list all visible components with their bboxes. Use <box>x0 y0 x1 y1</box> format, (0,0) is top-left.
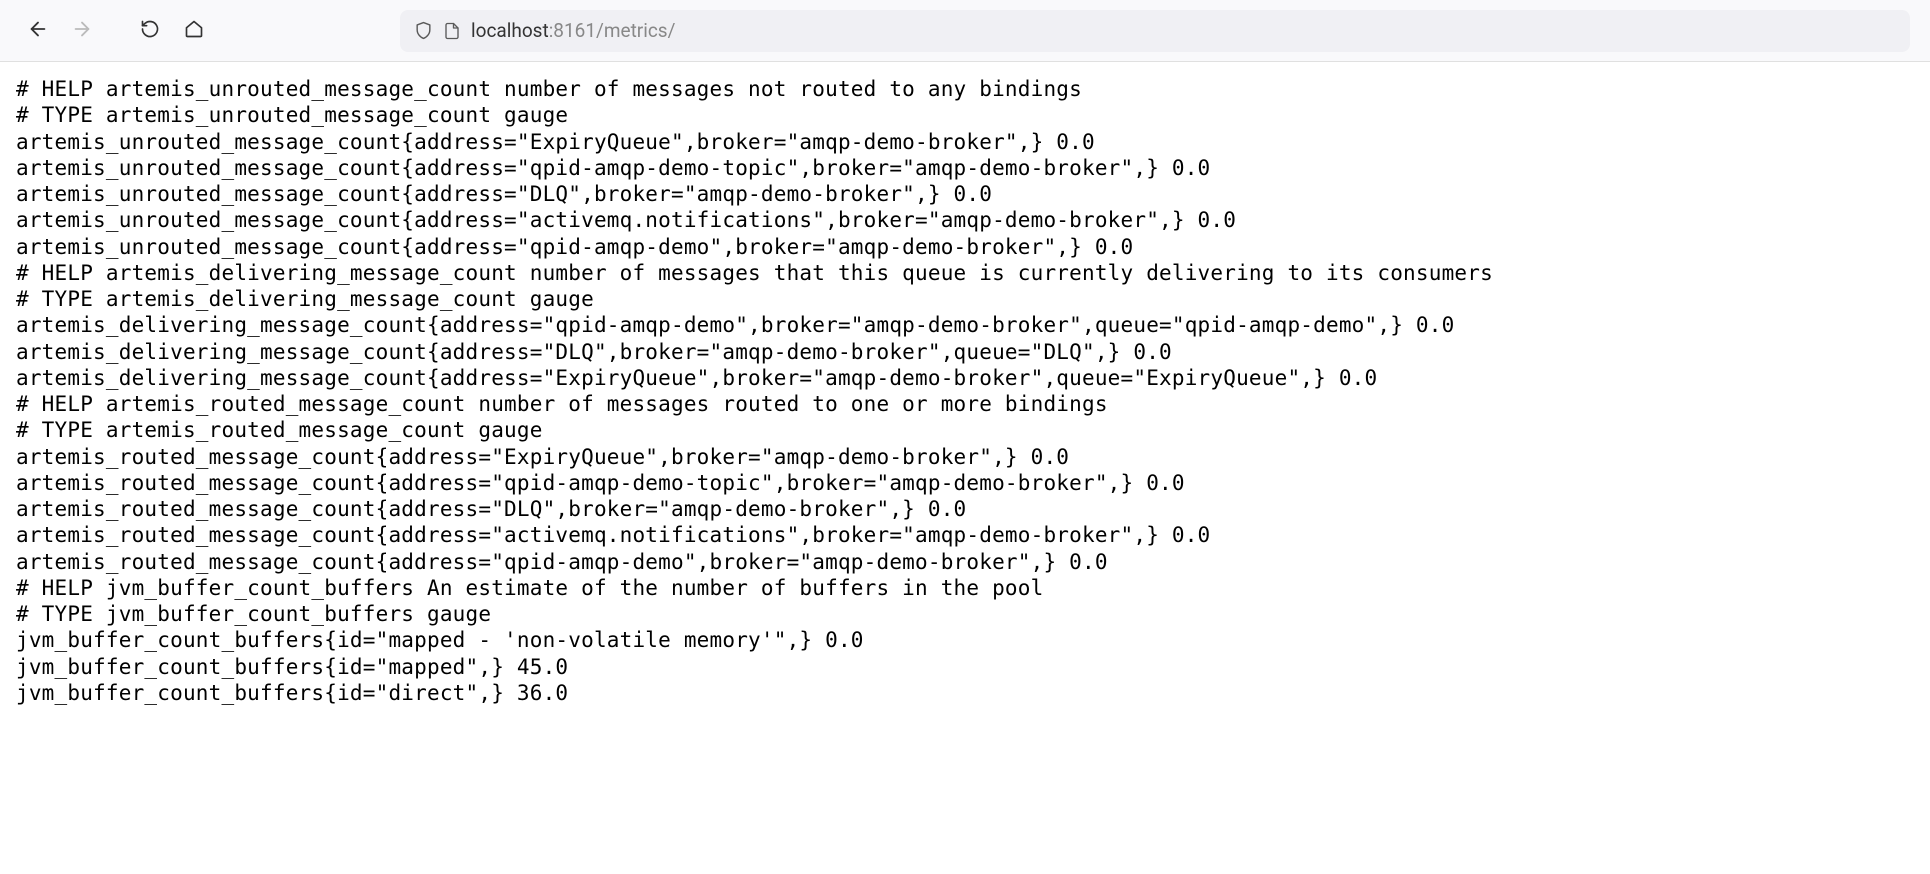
back-button[interactable] <box>20 13 56 49</box>
browser-toolbar: localhost:8161/metrics/ <box>0 0 1930 62</box>
document-icon <box>443 22 461 40</box>
metrics-text: # HELP artemis_unrouted_message_count nu… <box>0 62 1930 720</box>
home-icon <box>184 19 204 42</box>
url-port: :8161 <box>549 19 596 42</box>
forward-button[interactable] <box>64 13 100 49</box>
reload-button[interactable] <box>132 13 168 49</box>
arrow-right-icon <box>71 18 93 43</box>
address-text: localhost:8161/metrics/ <box>471 19 1896 42</box>
url-path: /metrics/ <box>596 19 675 42</box>
shield-icon <box>414 21 433 40</box>
address-bar[interactable]: localhost:8161/metrics/ <box>400 10 1910 52</box>
home-button[interactable] <box>176 13 212 49</box>
arrow-left-icon <box>27 18 49 43</box>
reload-icon <box>140 19 160 42</box>
url-host: localhost <box>471 19 549 42</box>
